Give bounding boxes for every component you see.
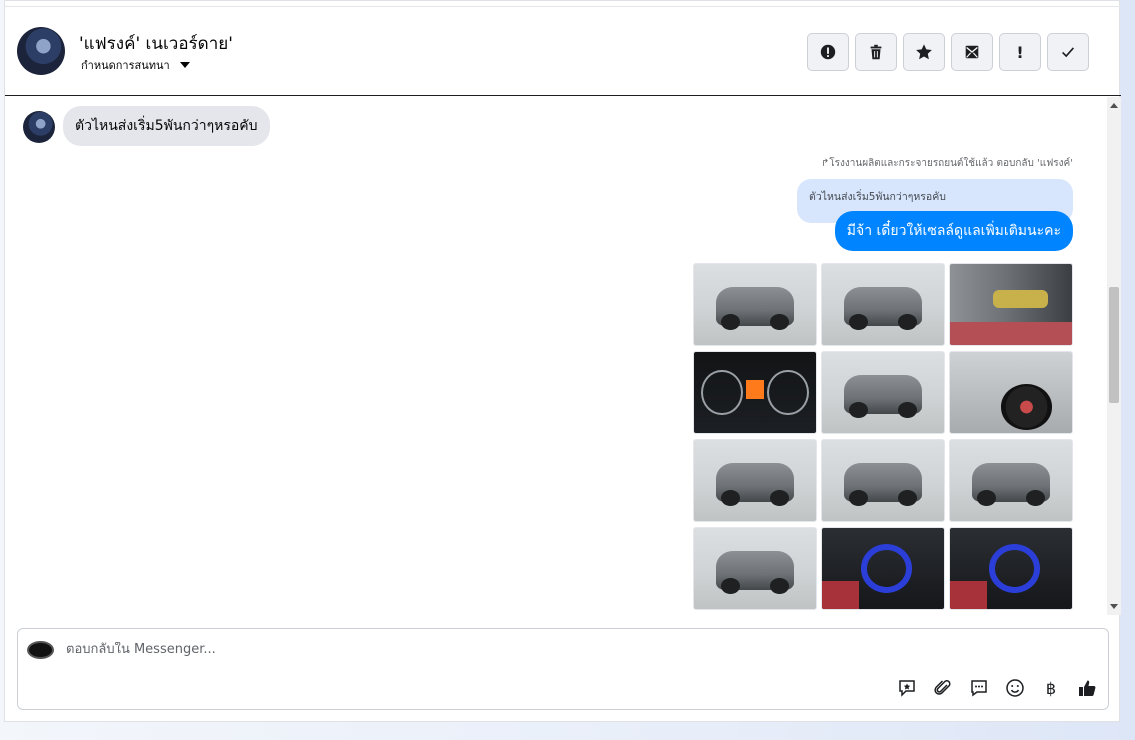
mark-done-button[interactable]	[1047, 33, 1089, 71]
flag-spam-button[interactable]	[807, 33, 849, 71]
thumbs-up-icon	[1079, 680, 1096, 696]
mark-important-button[interactable]: !	[999, 33, 1041, 71]
incoming-message-bubble[interactable]: ตัวไหนส่งเริ่ม5พันกว่าๆหรอคับ	[63, 106, 270, 146]
exclamation-icon: !	[1016, 42, 1024, 62]
composer-tools: ฿	[896, 677, 1098, 699]
star-icon	[916, 44, 932, 60]
attach-button[interactable]	[932, 677, 954, 699]
conversation-panel: 'แฟรงค์' เนเวอร์ดาย' กำหนดการสนทนา ! ตัว…	[4, 0, 1121, 722]
message-photo[interactable]	[693, 263, 817, 346]
assign-label: กำหนดการสนทนา	[81, 59, 170, 72]
conversation-toolbar: !	[807, 33, 1089, 71]
message-photo[interactable]	[821, 527, 945, 610]
alert-circle-icon	[820, 44, 836, 60]
reply-input[interactable]	[66, 642, 666, 657]
emoji-icon	[1006, 679, 1024, 697]
message-photo[interactable]	[949, 527, 1073, 610]
thread-scrollbar[interactable]	[1107, 97, 1121, 615]
payment-button[interactable]: ฿	[1040, 677, 1062, 699]
check-icon	[1062, 47, 1075, 58]
page-logo-avatar	[27, 641, 54, 659]
message-photo[interactable]	[821, 439, 945, 522]
scroll-up-arrow-icon[interactable]	[1110, 103, 1118, 108]
chat-bubble-icon	[971, 680, 987, 697]
delete-button[interactable]	[855, 33, 897, 71]
scroll-down-arrow-icon[interactable]	[1110, 604, 1118, 609]
outgoing-message-bubble[interactable]: มีจ้า เดี๋ยวให้เซลล์ดูแลเพิ่มเติมนะคะ	[834, 211, 1073, 251]
trash-icon	[870, 44, 882, 60]
message-photo[interactable]	[693, 527, 817, 610]
conversation-header: 'แฟรงค์' เนเวอร์ดาย' กำหนดการสนทนา !	[5, 6, 1121, 96]
contact-avatar[interactable]	[17, 27, 65, 75]
message-photo[interactable]	[949, 351, 1073, 434]
photo-grid	[693, 263, 1073, 610]
message-photo[interactable]	[693, 439, 817, 522]
mark-unread-button[interactable]	[951, 33, 993, 71]
reply-meta: ↱โรงงานผลิตและกระจายรถยนต์ใช้แล้ว ตอบกลั…	[821, 156, 1073, 171]
message-photo[interactable]	[693, 351, 817, 434]
baht-icon: ฿	[1045, 678, 1057, 698]
message-photo[interactable]	[821, 263, 945, 346]
saved-reply-icon	[899, 680, 915, 697]
chevron-down-icon	[179, 62, 190, 68]
reply-meta-text: โรงงานผลิตและกระจายรถยนต์ใช้แล้ว ตอบกลับ…	[829, 158, 1073, 169]
assign-conversation-dropdown[interactable]: กำหนดการสนทนา	[81, 56, 190, 74]
message-composer: ฿	[17, 628, 1109, 710]
paperclip-icon	[934, 680, 951, 695]
quick-replies-button[interactable]	[968, 677, 990, 699]
message-photo[interactable]	[821, 351, 945, 434]
envelope-icon	[965, 45, 979, 59]
message-photo[interactable]	[949, 439, 1073, 522]
star-button[interactable]	[903, 33, 945, 71]
like-button[interactable]	[1076, 677, 1098, 699]
emoji-button[interactable]	[1004, 677, 1026, 699]
message-thread[interactable]: ตัวไหนส่งเริ่ม5พันกว่าๆหรอคับ ↱โรงงานผลิ…	[5, 97, 1107, 615]
message-photo[interactable]	[949, 263, 1073, 346]
sender-avatar	[23, 111, 55, 143]
scrollbar-thumb[interactable]	[1109, 287, 1119, 403]
saved-reply-button[interactable]	[896, 677, 918, 699]
contact-name[interactable]: 'แฟรงค์' เนเวอร์ดาย'	[79, 30, 233, 57]
